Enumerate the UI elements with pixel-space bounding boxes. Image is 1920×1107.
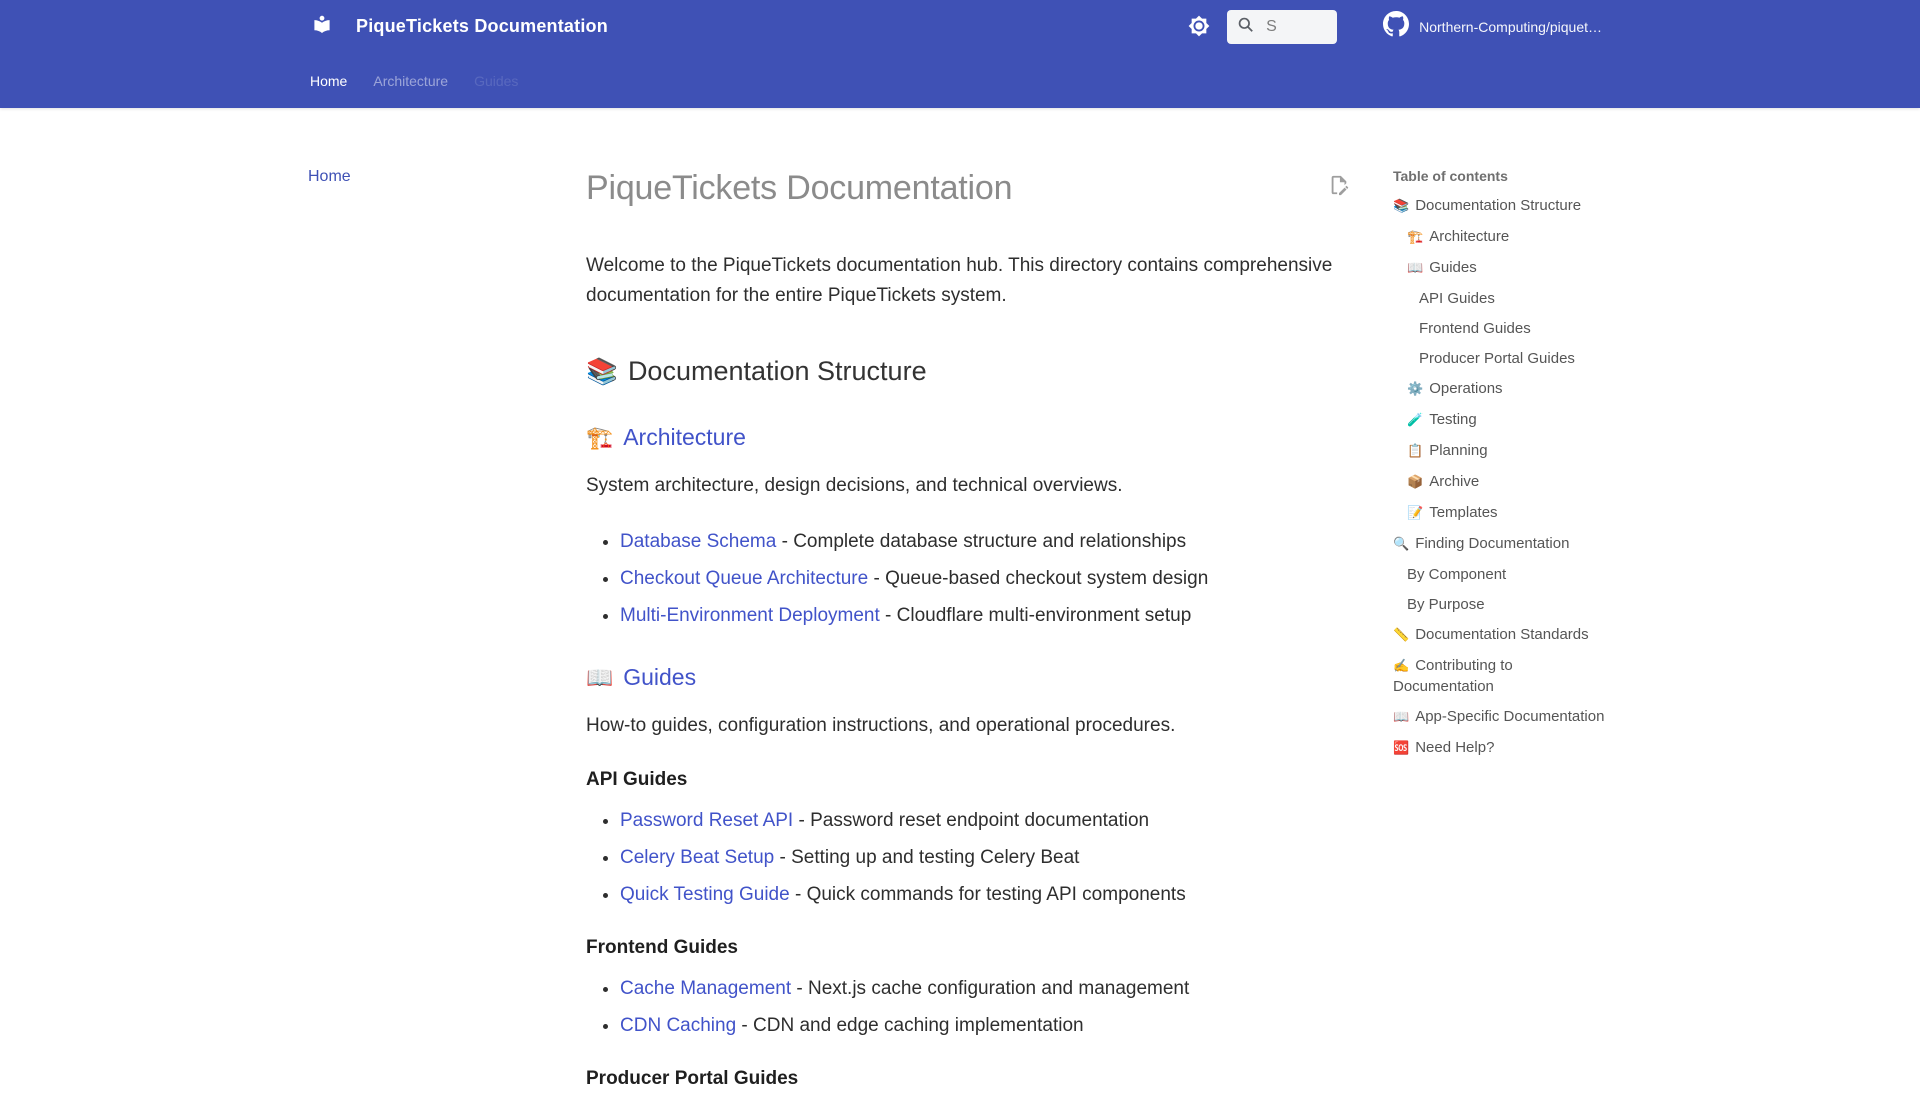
toc-item: 🧪 Testing: [1407, 411, 1477, 428]
main-content: PiqueTickets Documentation Welcome to th…: [586, 168, 1366, 1107]
theme-toggle-button[interactable]: [1188, 15, 1212, 39]
api-guides-list: Password Reset API - Password reset endp…: [586, 808, 1366, 908]
section-guides: 📖 Guides: [586, 663, 1366, 693]
primary-sidebar: Home: [308, 168, 518, 186]
brightness-sun-icon: [1188, 15, 1212, 37]
repo-link[interactable]: Northern-Computing/piquet…: [1383, 11, 1610, 42]
test-tube-icon: 🧪: [1407, 413, 1424, 428]
site-title: PiqueTickets Documentation: [356, 16, 608, 36]
architecture-heading-link[interactable]: Architecture: [623, 424, 746, 450]
subsection-frontend-guides: Frontend Guides: [586, 937, 738, 958]
toc-item: By Component: [1407, 566, 1507, 583]
nav-tabs: Home Architecture Guides: [310, 53, 1610, 108]
tab-home[interactable]: Home: [310, 73, 347, 89]
edit-page-button[interactable]: [1328, 174, 1350, 196]
toc-item: ✍️ Contributing to Documentation: [1393, 657, 1513, 695]
toc-item: 📝 Templates: [1407, 504, 1498, 521]
sos-icon: 🆘: [1393, 741, 1410, 756]
open-book-icon: 📖: [1393, 710, 1410, 725]
github-icon: [1383, 11, 1410, 42]
list-item: Quick Testing Guide - Quick commands for…: [620, 882, 1366, 908]
intro-paragraph: Welcome to the PiqueTickets documentatio…: [586, 255, 1333, 306]
database-schema-link[interactable]: Database Schema: [620, 531, 776, 552]
gear-icon: ⚙️: [1407, 382, 1424, 397]
package-icon: 📦: [1407, 475, 1424, 490]
architecture-list: Database Schema - Complete database stru…: [586, 529, 1366, 629]
toc-item: 📚 Documentation Structure: [1393, 197, 1582, 214]
guides-description: How-to guides, configuration instruction…: [586, 714, 1176, 736]
toc-item: 📏 Documentation Standards: [1393, 626, 1589, 643]
toc-item: 📖 Guides: [1407, 259, 1477, 276]
section-documentation-structure: 📚 Documentation Structure: [586, 356, 927, 387]
books-icon: 📚: [586, 357, 618, 387]
cdn-caching-link[interactable]: CDN Caching: [620, 1015, 736, 1036]
search-input[interactable]: [1264, 16, 1329, 37]
reader-book-icon: [310, 12, 334, 41]
tab-guides[interactable]: Guides: [474, 73, 518, 89]
cache-management-link[interactable]: Cache Management: [620, 978, 791, 999]
list-item: CDN Caching - CDN and edge caching imple…: [620, 1013, 1366, 1039]
multi-environment-deployment-link[interactable]: Multi-Environment Deployment: [620, 605, 880, 626]
toc-item: Frontend Guides: [1419, 320, 1531, 337]
password-reset-api-link[interactable]: Password Reset API: [620, 810, 793, 831]
toc-item: 📖 App-Specific Documentation: [1393, 708, 1605, 725]
open-book-icon: 📖: [586, 665, 614, 691]
frontend-guides-list: Cache Management - Next.js cache configu…: [586, 976, 1366, 1039]
search-icon: [1236, 15, 1255, 39]
celery-beat-setup-link[interactable]: Celery Beat Setup: [620, 847, 774, 868]
guides-heading-link[interactable]: Guides: [623, 664, 696, 690]
open-book-icon: 📖: [1407, 261, 1424, 276]
books-icon: 📚: [1393, 199, 1410, 214]
list-item: Cache Management - Next.js cache configu…: [620, 976, 1366, 1002]
table-of-contents: Table of contents 📚 Documentation Structu…: [1393, 168, 1609, 769]
subsection-producer-portal-guides: Producer Portal Guides: [586, 1068, 799, 1089]
toc-title: Table of contents: [1393, 168, 1508, 184]
ruler-icon: 📏: [1393, 628, 1410, 643]
toc-item: Producer Portal Guides: [1419, 350, 1575, 367]
toc-item: By Purpose: [1407, 596, 1485, 613]
writing-hand-icon: ✍️: [1393, 659, 1410, 674]
toc-item: 🔍 Finding Documentation: [1393, 535, 1570, 552]
toc-item: API Guides: [1419, 290, 1495, 307]
section-architecture: 🏗️ Architecture: [586, 423, 1366, 453]
toc-item: 📦 Archive: [1407, 473, 1480, 490]
construction-icon: 🏗️: [1407, 230, 1424, 245]
toc-item: 🏗️ Architecture: [1407, 228, 1510, 245]
magnifier-icon: 🔍: [1393, 537, 1410, 552]
tab-architecture[interactable]: Architecture: [373, 73, 448, 89]
memo-icon: 📝: [1407, 506, 1424, 521]
search-box[interactable]: [1227, 9, 1338, 44]
architecture-description: System architecture, design decisions, a…: [586, 475, 1123, 496]
quick-testing-guide-link[interactable]: Quick Testing Guide: [620, 884, 790, 905]
toc-item: ⚙️ Operations: [1407, 380, 1503, 397]
toc-item: 🆘 Need Help?: [1393, 739, 1495, 756]
sidebar-item-home[interactable]: Home: [308, 168, 351, 185]
repo-label: Northern-Computing/piquet…: [1419, 18, 1602, 35]
toc-item: 📋 Planning: [1407, 442, 1488, 459]
list-item: Celery Beat Setup - Setting up and testi…: [620, 845, 1366, 871]
clipboard-icon: 📋: [1407, 444, 1424, 459]
page-title: PiqueTickets Documentation: [586, 169, 1013, 207]
list-item: Multi-Environment Deployment - Cloudflar…: [620, 603, 1366, 629]
list-item: Password Reset API - Password reset endp…: [620, 808, 1366, 834]
app-header: PiqueTickets Documentation S Northern-Co…: [0, 0, 1920, 108]
site-logo[interactable]: [310, 12, 334, 41]
list-item: Database Schema - Complete database stru…: [620, 529, 1366, 555]
construction-icon: 🏗️: [586, 426, 614, 451]
subsection-api-guides: API Guides: [586, 769, 688, 790]
checkout-queue-architecture-link[interactable]: Checkout Queue Architecture: [620, 568, 868, 589]
edit-document-icon: [1328, 175, 1350, 200]
list-item: Checkout Queue Architecture - Queue-base…: [620, 566, 1366, 592]
